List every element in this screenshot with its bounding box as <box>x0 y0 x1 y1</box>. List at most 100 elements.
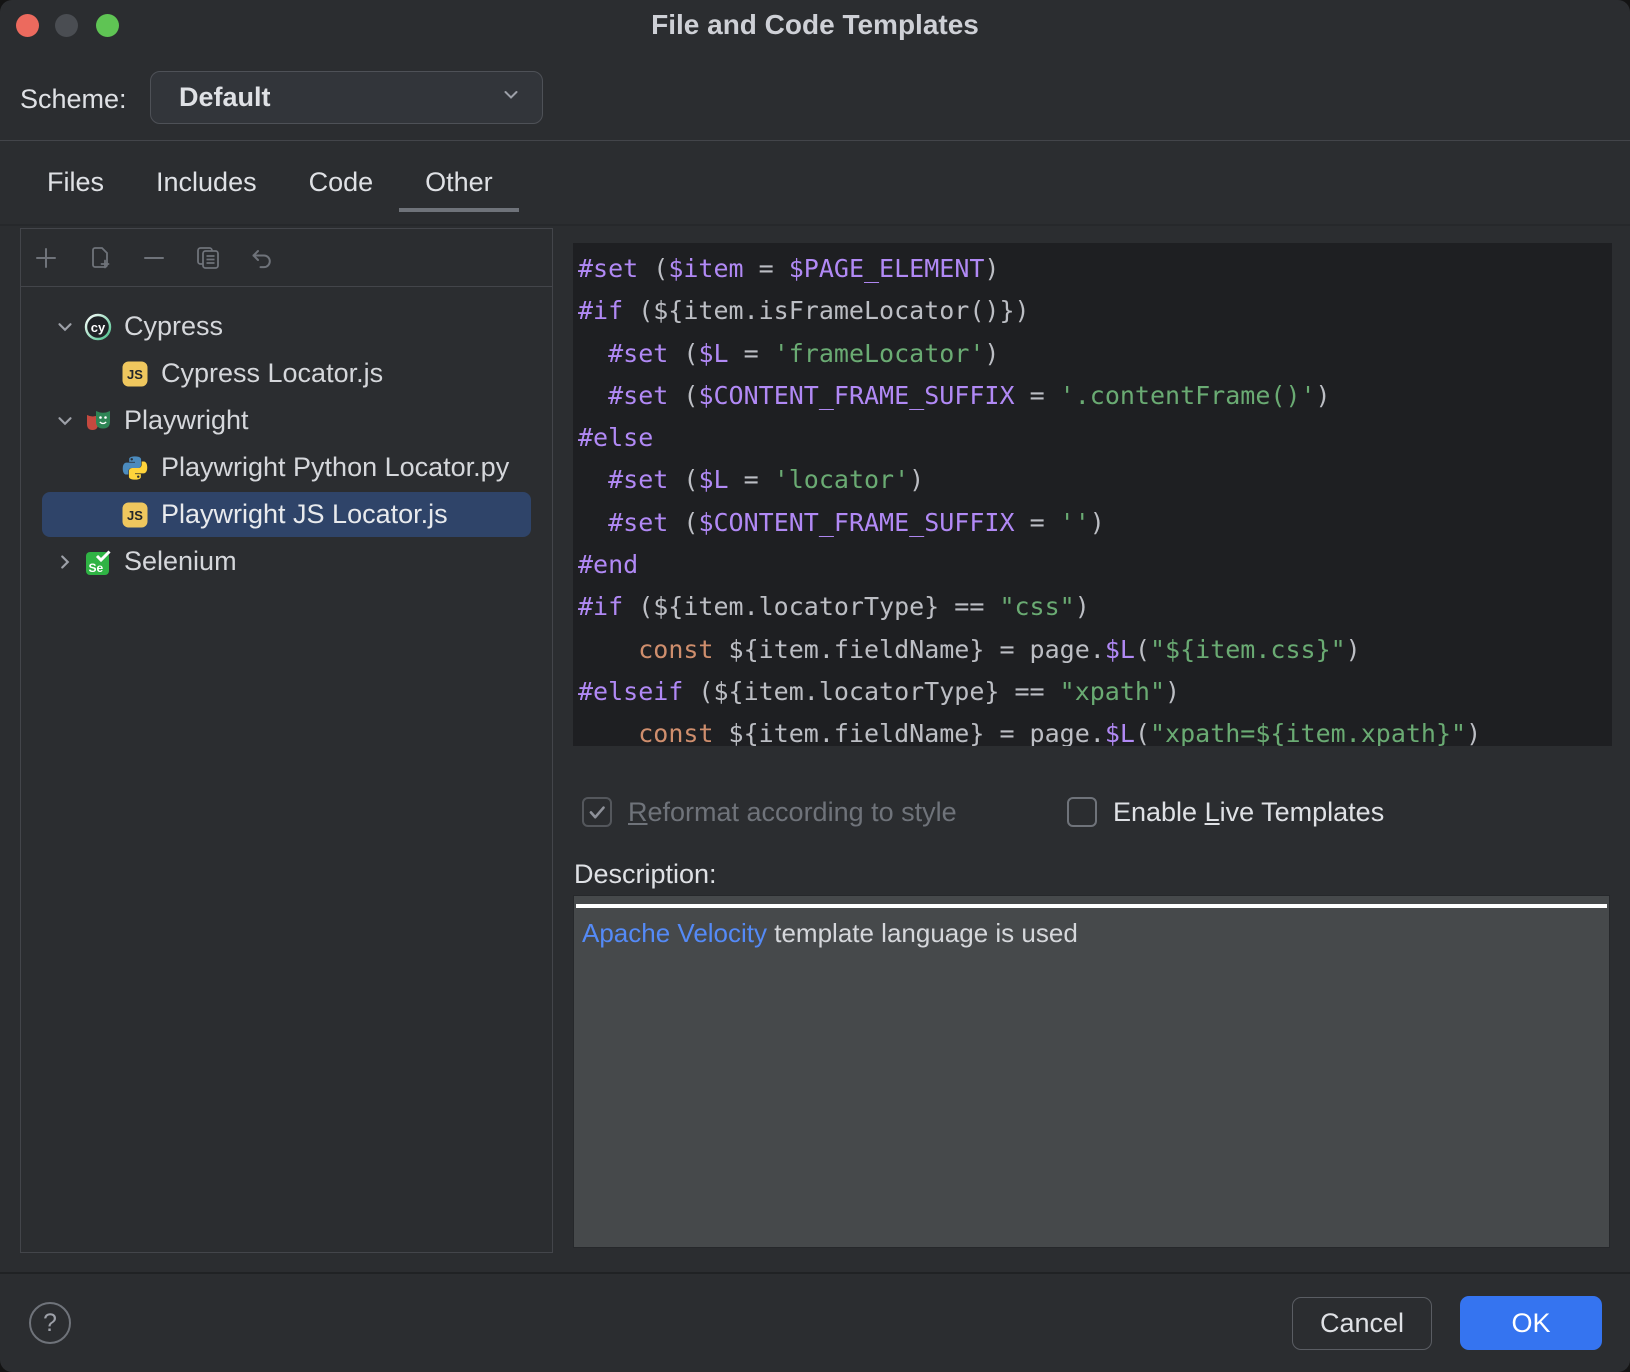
tab-files[interactable]: Files <box>21 156 130 212</box>
tree-item[interactable]: cy Cypress <box>21 303 552 350</box>
code-token: 'frameLocator' <box>774 339 985 368</box>
description-text: Apache Velocity template language is use… <box>582 918 1078 949</box>
code-token: ) <box>909 465 924 494</box>
code-line: #if (${item.locatorType} == "css") <box>578 586 1612 628</box>
code-token: = <box>729 465 774 494</box>
code-token: "xpath" <box>1060 677 1165 706</box>
code-line: const ${item.fieldName} = page.$L("${ite… <box>578 629 1612 671</box>
tree-item[interactable]: JS Cypress Locator.js <box>21 350 552 397</box>
code-token: (${item.locatorType} == <box>623 592 999 621</box>
code-token: ( <box>1135 635 1150 664</box>
template-editor[interactable]: #set ($item = $PAGE_ELEMENT)#if (${item.… <box>573 243 1612 746</box>
code-token: $CONTENT_FRAME_SUFFIX <box>698 381 1014 410</box>
apache-velocity-link[interactable]: Apache Velocity <box>582 918 767 948</box>
code-token: "xpath=${item.xpath}" <box>1150 719 1466 746</box>
cypress-icon: cy <box>84 313 112 341</box>
code-token <box>578 381 608 410</box>
code-token: ) <box>984 339 999 368</box>
code-token <box>578 465 608 494</box>
templates-toolbar <box>21 229 552 287</box>
code-token: = <box>729 339 774 368</box>
reformat-option: Reformat according to style <box>582 795 957 829</box>
python-icon <box>121 454 149 482</box>
tree-item[interactable]: Se Selenium <box>21 538 552 585</box>
code-token: "${item.css}" <box>1150 635 1346 664</box>
chevron-down-icon[interactable] <box>52 314 78 340</box>
code-token: = <box>1015 381 1060 410</box>
chevron-down-icon[interactable] <box>52 408 78 434</box>
live-templates-label: Enable Live Templates <box>1113 797 1384 828</box>
code-token: #end <box>578 550 638 579</box>
js-icon: JS <box>121 360 149 388</box>
svg-text:cy: cy <box>91 320 106 335</box>
code-token: = <box>1015 508 1060 537</box>
scheme-selected-value: Default <box>179 82 500 113</box>
code-token: ) <box>1165 677 1180 706</box>
svg-text:Se: Se <box>89 561 104 575</box>
code-token: "css" <box>999 592 1074 621</box>
reformat-checkbox <box>582 797 612 827</box>
code-token <box>578 339 608 368</box>
code-line: #if (${item.isFrameLocator()}) <box>578 290 1612 332</box>
code-token: #set <box>608 508 668 537</box>
code-token: = <box>744 254 789 283</box>
tree-item[interactable]: JSPlaywright JS Locator.js <box>21 491 552 538</box>
playwright-icon <box>84 407 112 435</box>
code-line: const ${item.fieldName} = page.$L("xpath… <box>578 713 1612 746</box>
help-button[interactable]: ? <box>29 1302 71 1344</box>
code-token: ) <box>1316 381 1331 410</box>
tree-item-label: Cypress Locator.js <box>161 358 383 389</box>
code-token: ( <box>668 508 698 537</box>
code-token: ) <box>1090 508 1105 537</box>
code-token: $L <box>698 339 728 368</box>
template-category-tabs: Files Includes Code Other <box>21 156 519 212</box>
selenium-icon: Se <box>84 548 112 576</box>
tree-item-label: Selenium <box>124 546 237 577</box>
code-token: ( <box>668 465 698 494</box>
tree-item-label: Playwright Python Locator.py <box>161 452 509 483</box>
chevron-right-icon[interactable] <box>52 549 78 575</box>
tab-includes[interactable]: Includes <box>130 156 283 212</box>
code-line: #set ($CONTENT_FRAME_SUFFIX = '.contentF… <box>578 375 1612 417</box>
tree-item[interactable]: Playwright Python Locator.py <box>21 444 552 491</box>
chevron-down-icon <box>500 84 522 111</box>
live-templates-checkbox[interactable] <box>1067 797 1097 827</box>
code-token: ( <box>1135 719 1150 746</box>
scheme-label: Scheme: <box>20 84 127 115</box>
code-token: #if <box>578 592 623 621</box>
code-token <box>578 635 638 664</box>
dialog-title: File and Code Templates <box>0 9 1630 41</box>
code-token: const <box>638 719 713 746</box>
code-token: (${item.locatorType} == <box>683 677 1059 706</box>
cancel-button[interactable]: Cancel <box>1292 1297 1432 1350</box>
ok-button[interactable]: OK <box>1460 1296 1602 1350</box>
code-token: $L <box>698 465 728 494</box>
code-token: '.contentFrame()' <box>1060 381 1316 410</box>
scheme-select[interactable]: Default <box>150 71 543 124</box>
tab-other[interactable]: Other <box>399 156 519 212</box>
code-line: #elseif (${item.locatorType} == "xpath") <box>578 671 1612 713</box>
code-line: #set ($item = $PAGE_ELEMENT) <box>578 248 1612 290</box>
remove-template-button[interactable] <box>139 243 169 273</box>
code-token: #elseif <box>578 677 683 706</box>
code-token: ) <box>1346 635 1361 664</box>
tree-item[interactable]: Playwright <box>21 397 552 444</box>
checkmark-icon <box>584 798 610 826</box>
reformat-label: Reformat according to style <box>628 797 957 828</box>
tabs-divider <box>0 224 1630 226</box>
code-token <box>578 719 638 746</box>
code-token: ( <box>668 381 698 410</box>
description-label: Description: <box>574 859 717 890</box>
add-template-button[interactable] <box>31 243 61 273</box>
tab-code[interactable]: Code <box>283 156 400 212</box>
code-line: #else <box>578 417 1612 459</box>
new-from-template-button[interactable] <box>85 243 115 273</box>
revert-template-button[interactable] <box>247 243 277 273</box>
code-token: #set <box>578 254 638 283</box>
code-token: #set <box>608 339 668 368</box>
code-token: (${item.isFrameLocator()}) <box>623 296 1029 325</box>
tree-item-label: Cypress <box>124 311 223 342</box>
duplicate-template-button[interactable] <box>193 243 223 273</box>
code-line: #set ($CONTENT_FRAME_SUFFIX = '') <box>578 502 1612 544</box>
code-line: #set ($L = 'frameLocator') <box>578 333 1612 375</box>
